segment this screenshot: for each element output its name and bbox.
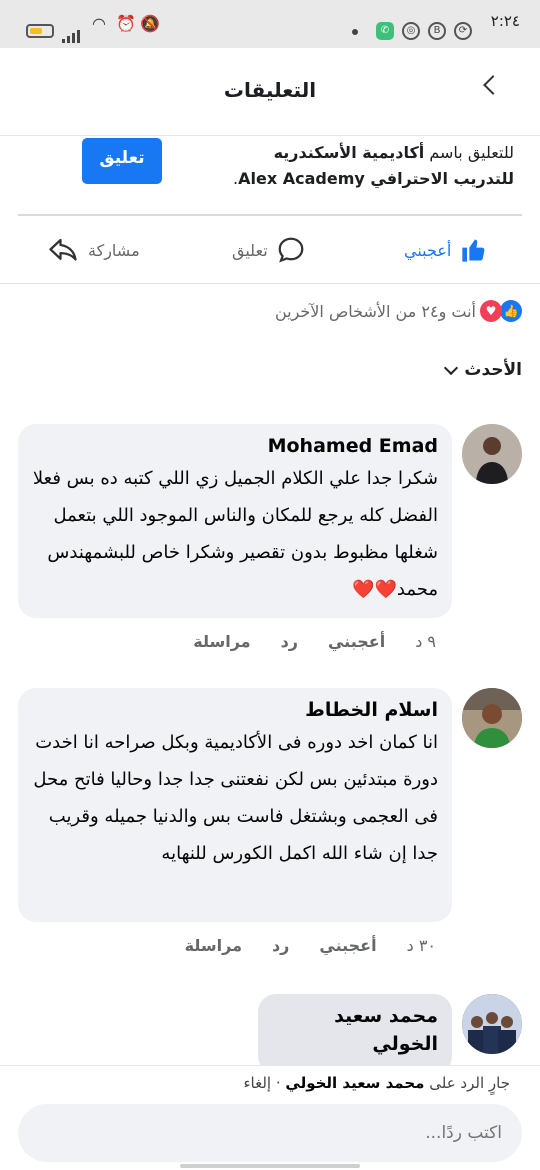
comment-button[interactable]: تعليق [82, 138, 162, 184]
comment-reply-link[interactable]: رد [272, 936, 289, 955]
comment-like-link[interactable]: أعجبني [319, 936, 376, 955]
comment-time: ٣٠ د [406, 936, 436, 955]
comment-actions: ٣٠ د أعجبني رد مراسلة [185, 936, 436, 955]
avatar[interactable] [462, 688, 522, 748]
wifi-icon: ◠ [92, 14, 106, 33]
mute-icon: 🔕 [140, 14, 160, 33]
alarm-icon: ⏰ [116, 14, 136, 33]
comment-like-link[interactable]: أعجبني [328, 632, 385, 651]
comment-time: ٩ د [415, 632, 436, 651]
comment-action-button[interactable]: تعليق [232, 236, 306, 264]
like-label: أعجبني [404, 240, 452, 260]
comment-actions: ٩ د أعجبني رد مراسلة [193, 632, 436, 651]
notification-dot-icon [352, 29, 358, 35]
comment-bubble: محمد سعيد الخولي التفاصيل كامله [258, 994, 452, 1087]
replying-to-text: جارٍ الرد على محمد سعيد الخولي · إلغاء [243, 1074, 510, 1092]
reply-composer: جارٍ الرد على محمد سعيد الخولي · إلغاء [0, 1065, 540, 1170]
status-bar: ◠ ⏰ 🔕 ✆ ◎ B ⟳ ٢:٢٤ [0, 0, 540, 48]
reactions-text: أنت و٢٤ من الأشخاص الآخرين [274, 301, 476, 321]
post-action-bar: أعجبني تعليق مشاركة [0, 216, 540, 284]
sync-icon: ⟳ [454, 22, 472, 40]
sort-dropdown[interactable]: الأحدث [444, 360, 522, 380]
thumbs-up-icon [462, 239, 485, 262]
battery-icon [26, 24, 54, 38]
reactions-summary[interactable]: 👍 ♥ أنت و٢٤ من الأشخاص الآخرين [240, 300, 522, 322]
comment-author[interactable]: اسلام الخطاط [32, 696, 438, 724]
comment-action-label: تعليق [232, 240, 268, 260]
sort-label: الأحدث [464, 360, 522, 380]
share-button[interactable]: مشاركة [46, 236, 140, 264]
chevron-down-icon [444, 360, 459, 375]
speech-bubble-icon [278, 237, 304, 263]
comment-author[interactable]: Mohamed Emad [32, 432, 438, 460]
like-button[interactable]: أعجبني [404, 236, 489, 264]
avatar[interactable] [462, 994, 522, 1054]
share-arrow-icon [49, 238, 77, 261]
comment-author[interactable]: محمد سعيد الخولي [272, 1002, 438, 1058]
b-app-icon: B [428, 22, 446, 40]
person-photo-icon [462, 424, 522, 484]
top-app-bar: التعليقات [0, 48, 540, 136]
share-label: مشاركة [88, 240, 140, 260]
instagram-icon: ◎ [402, 22, 420, 40]
comment-bubble: اسلام الخطاط انا كمان اخد دوره فى الأكاد… [18, 688, 452, 922]
love-reaction-icon: ♥ [480, 300, 502, 322]
comment-as-prefix: للتعليق باسم [429, 143, 514, 162]
comment-reply-link[interactable]: رد [281, 632, 298, 651]
comment-body: شكرا جدا علي الكلام الجميل زي اللي كتبه … [32, 468, 438, 600]
cancel-reply-link[interactable]: · إلغاء [243, 1074, 280, 1092]
group-photo-icon [462, 994, 522, 1054]
home-indicator [180, 1164, 360, 1168]
signal-icon [62, 24, 82, 43]
avatar[interactable] [462, 424, 522, 484]
page-title: التعليقات [223, 78, 317, 102]
person-photo-icon [462, 688, 522, 748]
comment-message-link[interactable]: مراسلة [185, 936, 242, 955]
like-reaction-icon: 👍 [500, 300, 522, 322]
comment-bubble: Mohamed Emad شكرا جدا علي الكلام الجميل … [18, 424, 452, 618]
comment-as-text: للتعليق باسم أكاديمية الأسكندريه للتدريب… [214, 140, 514, 192]
status-time: ٢:٢٤ [490, 12, 520, 30]
replying-to-prefix: جارٍ الرد على [429, 1074, 510, 1092]
whatsapp-icon: ✆ [376, 22, 394, 40]
replying-to-name: محمد سعيد الخولي [285, 1074, 425, 1092]
comment-body: انا كمان اخد دوره فى الأكاديمية وبكل صرا… [33, 732, 438, 864]
comment-message-link[interactable]: مراسلة [193, 632, 250, 651]
reply-input[interactable] [18, 1104, 522, 1162]
